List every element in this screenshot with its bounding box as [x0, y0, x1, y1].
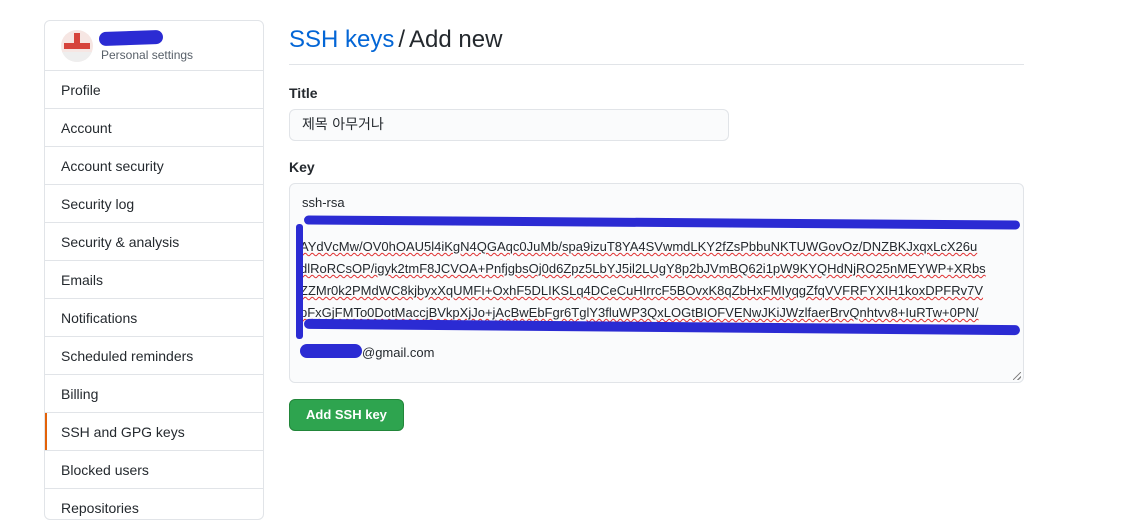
breadcrumb-ssh-keys-link[interactable]: SSH keys — [289, 26, 394, 53]
sidebar-item-repositories[interactable]: Repositories — [45, 489, 263, 519]
sidebar-item-account-security[interactable]: Account security — [45, 147, 263, 185]
sidebar-header-subtitle: Personal settings — [101, 48, 194, 62]
sidebar-item-account[interactable]: Account — [45, 109, 263, 147]
sidebar-item-blocked-users[interactable]: Blocked users — [45, 451, 263, 489]
breadcrumb-separator: / — [398, 26, 406, 53]
redaction-top — [303, 215, 1021, 230]
sidebar-item-scheduled-reminders[interactable]: Scheduled reminders — [45, 337, 263, 375]
title-label: Title — [289, 85, 318, 101]
main-content: SSH keys / Add new Title 제목 아무거나 Key ssh-r… — [289, 20, 1024, 431]
key-line: ZZMr0k2PMdWC8kjbyxXqUMFI+OxhF5DLIKSLq4DC… — [300, 283, 984, 298]
key-line: dlRoRCsOP/igyk2tmF8JCVOA+PnfjgbsOj0d6Zpz… — [300, 261, 986, 276]
sidebar-item-ssh-gpg-keys[interactable]: SSH and GPG keys — [45, 413, 263, 451]
title-input[interactable]: 제목 아무거나 — [289, 109, 729, 141]
sidebar-item-security-analysis[interactable]: Security & analysis — [45, 223, 263, 261]
key-textarea[interactable]: ssh-rsa AYdVcMw/OV0hOAU5l4iKgN4QGAqc0JuM… — [289, 183, 1024, 383]
page-title: SSH keys / Add new — [289, 20, 1024, 65]
redaction-email-user — [300, 344, 362, 358]
sidebar-item-billing[interactable]: Billing — [45, 375, 263, 413]
key-label: Key — [289, 159, 315, 175]
sidebar-item-notifications[interactable]: Notifications — [45, 299, 263, 337]
key-line: ssh-rsa — [302, 195, 345, 210]
breadcrumb-current: Add new — [409, 26, 503, 53]
settings-sidebar: Personal settings Profile Account Accoun… — [44, 20, 264, 520]
avatar[interactable] — [61, 30, 93, 62]
username-redaction — [98, 29, 164, 47]
redaction-left — [296, 224, 303, 339]
textarea-resize-handle[interactable] — [1013, 372, 1021, 380]
sidebar-header: Personal settings — [45, 21, 263, 71]
sidebar-item-emails[interactable]: Emails — [45, 261, 263, 299]
key-line: AYdVcMw/OV0hOAU5l4iKgN4QGAqc0JuMb/spa9iz… — [300, 239, 978, 254]
sidebar-item-profile[interactable]: Profile — [45, 71, 263, 109]
add-ssh-key-button[interactable]: Add SSH key — [289, 399, 404, 431]
key-line-email: @gmail.com — [362, 345, 435, 360]
sidebar-item-security-log[interactable]: Security log — [45, 185, 263, 223]
